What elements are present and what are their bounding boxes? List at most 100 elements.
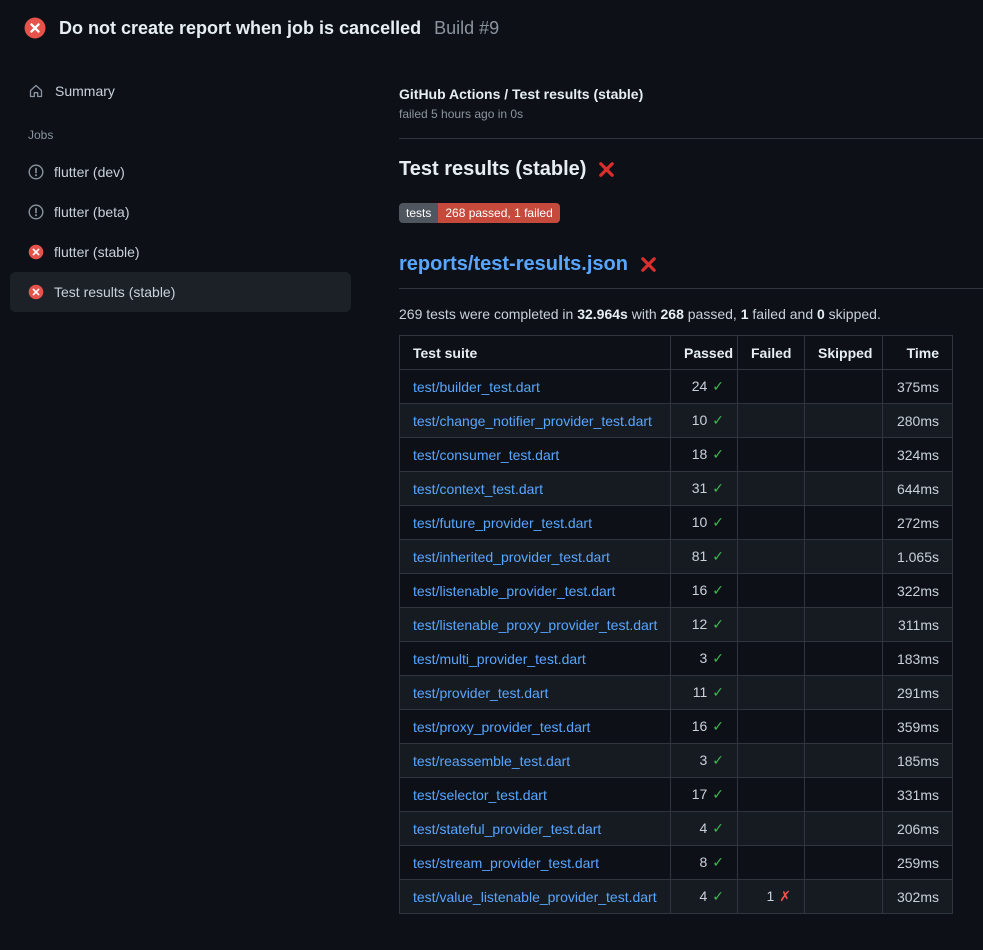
sidebar-item-flutter-beta[interactable]: flutter (beta) (10, 192, 351, 232)
column-header-skipped: Skipped (805, 336, 883, 370)
passed-count: 81 (692, 548, 708, 564)
summary-strong-value: 32.964s (577, 306, 628, 322)
test-suite-link[interactable]: test/inherited_provider_test.dart (413, 549, 610, 565)
failed-circle-icon (24, 17, 46, 39)
home-icon (28, 83, 44, 99)
test-suite-link[interactable]: test/listenable_proxy_provider_test.dart (413, 617, 657, 633)
passed-count: 16 (692, 718, 708, 734)
passed-count: 10 (692, 412, 708, 428)
table-body: test/builder_test.dart24✓375mstest/chang… (400, 370, 953, 914)
check-icon: ✓ (712, 480, 724, 496)
test-suite-cell: test/context_test.dart (400, 472, 671, 506)
failed-cell (738, 710, 805, 744)
passed-cell: 18✓ (671, 438, 738, 472)
time-cell: 311ms (883, 608, 953, 642)
sidebar: Summary Jobs flutter (dev)flutter (beta)… (0, 56, 361, 312)
test-suite-cell: test/stateful_provider_test.dart (400, 812, 671, 846)
report-heading-row: reports/test-results.json (399, 253, 983, 289)
test-suite-link[interactable]: test/stateful_provider_test.dart (413, 821, 601, 837)
failed-cell (738, 676, 805, 710)
failed-cell (738, 778, 805, 812)
passed-count: 4 (699, 888, 707, 904)
test-suite-cell: test/change_notifier_provider_test.dart (400, 404, 671, 438)
test-suite-link[interactable]: test/stream_provider_test.dart (413, 855, 599, 871)
sidebar-item-label: flutter (stable) (54, 244, 140, 260)
table-row: test/value_listenable_provider_test.dart… (400, 880, 953, 914)
test-suite-link[interactable]: test/value_listenable_provider_test.dart (413, 889, 657, 905)
neutral-circle-icon (28, 164, 44, 180)
table-row: test/selector_test.dart17✓331ms (400, 778, 953, 812)
passed-cell: 10✓ (671, 404, 738, 438)
passed-count: 4 (699, 820, 707, 836)
test-suite-link[interactable]: test/consumer_test.dart (413, 447, 559, 463)
skipped-cell (805, 608, 883, 642)
x-circle-icon (28, 284, 44, 300)
table-row: test/context_test.dart31✓644ms (400, 472, 953, 506)
failed-count: 1 (766, 888, 774, 904)
passed-count: 8 (699, 854, 707, 870)
failed-cell (738, 472, 805, 506)
time-cell: 331ms (883, 778, 953, 812)
skipped-cell (805, 506, 883, 540)
summary-strong-value: 1 (741, 306, 749, 322)
check-icon: ✓ (712, 412, 724, 428)
check-icon: ✓ (712, 888, 724, 904)
time-cell: 259ms (883, 846, 953, 880)
main-content: GitHub Actions / Test results (stable) f… (399, 56, 983, 914)
sidebar-item-label: flutter (beta) (54, 204, 129, 220)
test-suite-link[interactable]: test/builder_test.dart (413, 379, 540, 395)
check-icon: ✓ (712, 752, 724, 768)
summary-segment: with (628, 306, 661, 322)
failed-cell (738, 506, 805, 540)
summary-text: 269 tests were completed in 32.964s with… (399, 306, 983, 322)
skipped-cell (805, 778, 883, 812)
test-suite-cell: test/future_provider_test.dart (400, 506, 671, 540)
passed-count: 16 (692, 582, 708, 598)
sidebar-item-test-results-stable[interactable]: Test results (stable) (10, 272, 351, 312)
test-suite-link[interactable]: test/reassemble_test.dart (413, 753, 570, 769)
test-suite-link[interactable]: test/selector_test.dart (413, 787, 547, 803)
sidebar-item-flutter-stable[interactable]: flutter (stable) (10, 232, 351, 272)
time-cell: 322ms (883, 574, 953, 608)
check-icon: ✓ (712, 548, 724, 564)
test-suite-link[interactable]: test/future_provider_test.dart (413, 515, 592, 531)
failed-cell (738, 404, 805, 438)
failed-cell (738, 540, 805, 574)
table-row: test/builder_test.dart24✓375ms (400, 370, 953, 404)
passed-cell: 3✓ (671, 744, 738, 778)
check-run-header: Do not create report when job is cancell… (0, 0, 983, 56)
passed-cell: 4✓ (671, 880, 738, 914)
failed-x-icon (639, 255, 658, 274)
failed-cell (738, 744, 805, 778)
time-cell: 1.065s (883, 540, 953, 574)
badge-label: tests (399, 203, 438, 223)
table-row: test/change_notifier_provider_test.dart 1… (400, 404, 953, 438)
time-cell: 302ms (883, 880, 953, 914)
time-cell: 206ms (883, 812, 953, 846)
check-icon: ✓ (712, 684, 724, 700)
cross-icon: ✗ (779, 888, 791, 904)
test-suite-link[interactable]: test/provider_test.dart (413, 685, 548, 701)
sidebar-item-flutter-dev[interactable]: flutter (dev) (10, 152, 351, 192)
passed-cell: 16✓ (671, 574, 738, 608)
report-file-link[interactable]: reports/test-results.json (399, 253, 628, 276)
test-suite-link[interactable]: test/multi_provider_test.dart (413, 651, 586, 667)
time-cell: 280ms (883, 404, 953, 438)
test-suite-link[interactable]: test/context_test.dart (413, 481, 543, 497)
passed-count: 10 (692, 514, 708, 530)
test-suite-link[interactable]: test/change_notifier_provider_test.dart (413, 413, 652, 429)
test-suite-cell: test/provider_test.dart (400, 676, 671, 710)
test-suite-link[interactable]: test/proxy_provider_test.dart (413, 719, 590, 735)
test-suite-link[interactable]: test/listenable_provider_test.dart (413, 583, 615, 599)
check-icon: ✓ (712, 378, 724, 394)
skipped-cell (805, 472, 883, 506)
failed-cell (738, 846, 805, 880)
test-results-table: Test suitePassedFailedSkippedTime test/b… (399, 335, 953, 914)
skipped-cell (805, 846, 883, 880)
passed-cell: 12✓ (671, 608, 738, 642)
sidebar-item-summary[interactable]: Summary (0, 74, 361, 108)
column-header-failed: Failed (738, 336, 805, 370)
table-row: test/stream_provider_test.dart8✓259ms (400, 846, 953, 880)
passed-cell: 24✓ (671, 370, 738, 404)
breadcrumb: GitHub Actions / Test results (stable) (399, 86, 983, 102)
